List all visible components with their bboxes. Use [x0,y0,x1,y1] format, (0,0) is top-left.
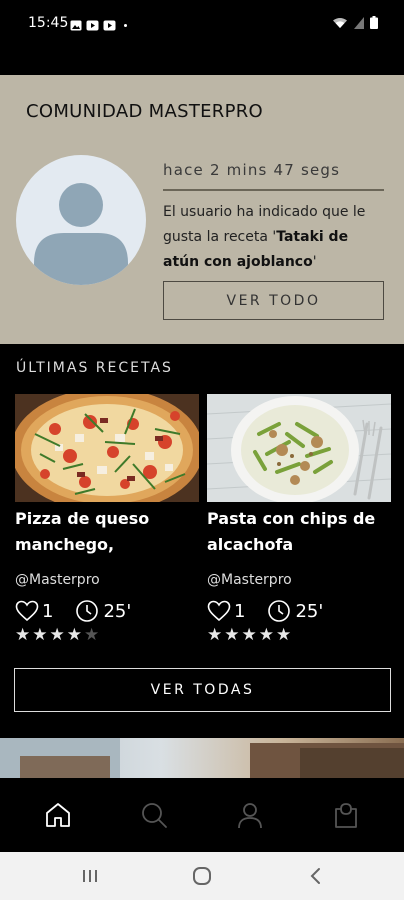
recipe-image-pizza[interactable] [15,394,199,502]
community-card: COMUNIDAD MASTERPRO hace 2 mins 47 segs … [0,75,404,344]
prep-time: 25' [295,600,324,622]
recipe-card[interactable]: Pizza de queso manchego, partisano y @Ma… [15,394,199,644]
star-filled-icon: ★ [66,625,82,645]
heart-icon[interactable] [207,600,231,622]
clock-icon [268,600,291,622]
likes-count: 1 [234,600,246,622]
star-empty-icon: ★ [84,625,100,645]
time-stat: 25' [267,599,323,623]
latest-recipes-heading: ÚLTIMAS RECETAS [16,360,173,376]
user-avatar [16,155,146,285]
rating-stars: ★ ★ ★ ★ ★ [15,626,199,644]
battery-icon [370,14,378,33]
notification-dot-icon [124,24,127,27]
wifi-icon [332,14,348,33]
recipe-stats: 1 25' [15,598,199,624]
signal-icon [354,14,364,33]
likes-stat[interactable]: 1 [207,600,245,622]
clock-icon [76,600,99,622]
time-stat: 25' [75,599,131,623]
prep-time: 25' [103,600,132,622]
recipe-image-pasta[interactable] [207,394,391,502]
star-filled-icon: ★ [276,625,292,645]
likes-count: 1 [42,600,54,622]
activity-suffix: ' [312,254,317,270]
search-icon[interactable] [139,800,169,830]
star-filled-icon: ★ [258,625,274,645]
nav-home[interactable] [33,790,83,840]
recipe-card[interactable]: Pasta con chips de alcachofa @Masterpro … [207,394,391,644]
featured-image-peek[interactable] [0,738,404,778]
shopping-bag-icon[interactable] [331,800,361,830]
latest-recipes-section: ÚLTIMAS RECETAS Pizza de queso manchego,… [0,344,404,738]
bottom-nav [0,778,404,852]
community-title: COMUNIDAD MASTERPRO [26,101,264,122]
home-circle-icon[interactable] [190,864,214,888]
star-filled-icon: ★ [241,625,257,645]
recipe-title[interactable]: Pasta con chips de alcachofa [207,506,391,564]
ver-todo-button[interactable]: VER TODO [163,281,384,320]
youtube-icon [103,16,116,35]
android-system-nav [0,852,404,900]
back-icon[interactable] [304,864,328,888]
recipe-author[interactable]: @Masterpro [207,572,391,588]
recipe-stats: 1 25' [207,598,391,624]
nav-cart[interactable] [321,790,371,840]
star-filled-icon: ★ [15,625,31,645]
nav-search[interactable] [129,790,179,840]
divider [163,189,384,191]
recipe-title[interactable]: Pizza de queso manchego, partisano y [15,506,199,564]
status-time: 15:45 [28,15,69,31]
status-bar: 15:45 [0,0,404,46]
gallery-icon [70,16,82,35]
activity-text: El usuario ha indicado que le gusta la r… [163,200,388,275]
star-filled-icon: ★ [207,625,223,645]
ver-todas-button[interactable]: VER TODAS [14,668,391,712]
star-filled-icon: ★ [49,625,65,645]
status-system-icons [332,14,378,33]
nav-profile[interactable] [225,790,275,840]
user-icon[interactable] [235,800,265,830]
user-silhouette-icon [34,183,128,285]
status-notification-icons [70,16,127,35]
star-filled-icon: ★ [32,625,48,645]
likes-stat[interactable]: 1 [15,600,53,622]
youtube-icon [86,16,99,35]
activity-timestamp: hace 2 mins 47 segs [163,161,341,179]
rating-stars: ★ ★ ★ ★ ★ [207,626,391,644]
star-filled-icon: ★ [224,625,240,645]
heart-icon[interactable] [15,600,39,622]
recipe-author[interactable]: @Masterpro [15,572,199,588]
recents-icon[interactable] [78,864,102,888]
home-icon[interactable] [43,800,73,830]
